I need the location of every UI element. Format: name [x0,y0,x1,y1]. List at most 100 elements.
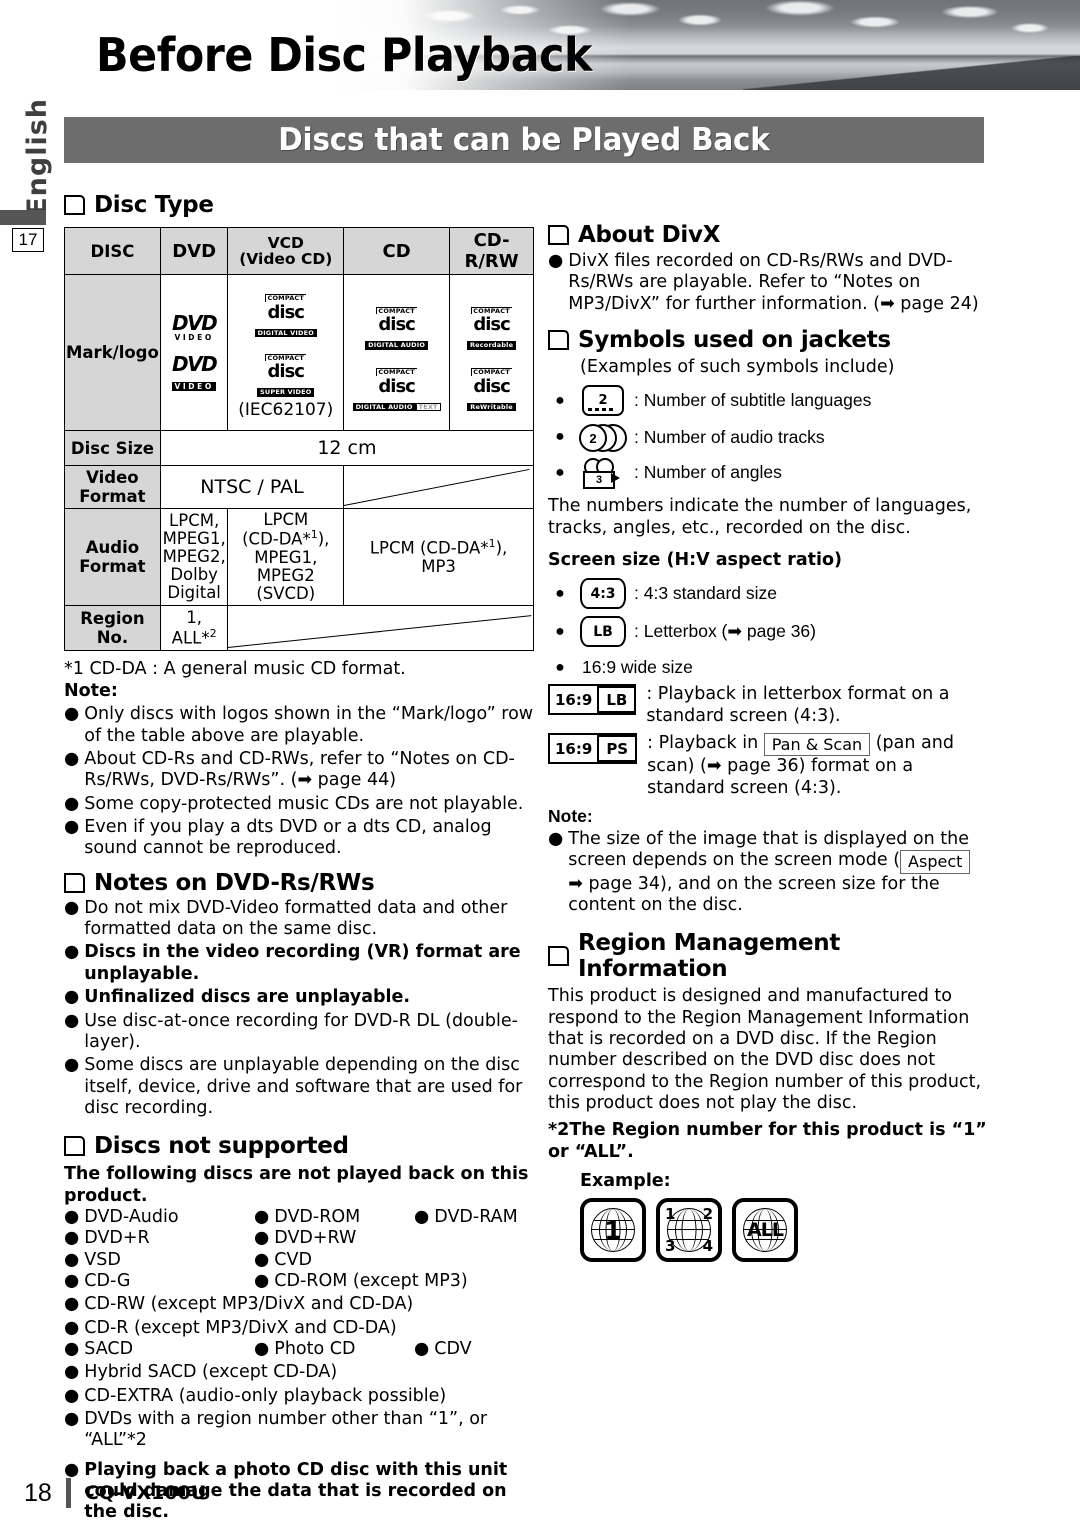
dvdr-note-item: ● Do not mix DVD-Video formatted data and… [64,898,534,941]
wide-item-ps: 16:9 PS : Playback in Pan & Scan (pan an… [548,733,988,799]
unsupported-item: Hybrid SACD (except CD-DA) [84,1362,338,1383]
symbol-label: : Number of subtitle languages [634,390,872,411]
page-title: Before Disc Playback [96,28,592,82]
unsupported-item: CD-R (except MP3/DivX and CD-DA) [84,1317,397,1338]
screen-item-letterbox: ● LB : Letterbox (➡ page 36) [548,616,988,648]
note-item: ● Some copy-protected music CDs are not p… [64,794,534,815]
screen-note-post: ➡ page 34), and on the screen size for t… [568,873,940,915]
region-globe-1-icon: 1 [580,1198,646,1263]
square-bullet-icon [548,330,569,351]
pan-and-scan-button[interactable]: Pan & Scan [763,733,871,757]
row-label-audioformat: Audio Format [64,507,161,607]
note-label-right: Note: [548,805,593,826]
logo-cell-cdrrw: COMPACT disc Recordable COMPACT disc ReWrita… [449,274,534,431]
compact-disc-digital-audio-logo: COMPACT disc DIGITAL AUDIO [365,300,429,351]
value-audio-cd: LPCM (CD-DA*1), MP3 [343,507,534,607]
letterbox-icon: LB [580,616,626,648]
dvdr-note-item: ● Unfinalized discs are unplayable. [64,987,534,1008]
table-row-discsize: Disc Size 12 cm [64,430,535,466]
bullet-dot: ● [555,391,565,409]
audio-tracks-icon: 2 [579,423,627,453]
dvd-video-logo-1: DVD VIDEO [172,310,218,342]
section-banner: Discs that can be Played Back [64,117,984,163]
left-column: Disc Type DISC DVD VCD (Video CD) CD CD-… [64,192,535,1524]
subtitle-icon: 2 [582,385,624,417]
note-text: Only discs with logos shown in the “Mark… [84,704,534,746]
square-bullet-icon [64,195,85,215]
language-tab: English [22,98,53,216]
unsupported-item: CD-EXTRA (audio-only playback possible) [84,1385,447,1406]
square-bullet-icon [64,872,85,893]
right-column: About DivX ● DivX files recorded on CD-Rs… [548,222,988,1263]
wide-item-lb: 16:9 LB : Playback in letterbox format o… [548,684,988,727]
unsupported-row: ● CD-G ● CD-ROM (except MP3) [64,1270,468,1291]
table-row-marklogo: Mark/logo DVD VIDEO DVD VIDEO COMPACT disc D… [64,274,534,431]
symbol-row-audio-tracks: ● 2 : Number of audio tracks [548,423,988,453]
bullet-dot: ● [555,622,565,640]
wide-size-label: 16:9 wide size [582,657,693,678]
col-cd: CD [343,227,451,275]
note-item: ● Even if you play a dts DVD or a dts CD,… [64,817,534,860]
note-text: Some copy-protected music CDs are not pl… [84,793,524,814]
section-number-box: 17 [12,228,44,252]
region-footnote: *2The Region number for this product is … [548,1120,987,1162]
wide-item-lb-label: : Playback in letterbox format on a stan… [646,684,950,726]
row-label-regionno: Region No. [64,605,161,651]
badge-169: 16:9 [555,739,593,758]
note-text: About CD-Rs and CD-RWs, refer to “Notes … [84,749,515,791]
angles-camera-icon: 3 [581,458,625,490]
footer-divider [65,1478,71,1508]
symbol-label: : Number of angles [634,462,782,483]
dvdr-note-text: Discs in the video recording (VR) format… [84,942,521,984]
bullet-dot: ● [555,463,565,481]
symbol-label: : Number of audio tracks [634,426,825,447]
unsupported-item: Photo CD [274,1338,356,1359]
unsupported-item: DVD+R [84,1228,150,1249]
screen-item-169-wide: ● 16:9 wide size [548,657,988,678]
subtitle-count: 2 [598,393,608,409]
badge-169-lb: 16:9 LB [548,684,637,716]
divx-note-text: DivX files recorded on CD-Rs/RWs and DVD… [568,251,979,314]
dvdr-note-text: Use disc-at-once recording for DVD-R DL … [84,1010,518,1052]
page-footer: 18 CQ-VX100U [24,1478,206,1508]
unsupported-row: ● SACD ● Photo CD ● CDV [64,1338,472,1359]
unsupported-item: DVD-Audio [84,1206,179,1227]
note-label-left: Note: [64,681,118,702]
heading-disc-type: Disc Type [64,192,534,218]
heading-screen-size: Screen size (H:V aspect ratio) [548,550,843,571]
table-row-videoformat: Video Format NTSC / PAL [64,465,534,509]
region-globe-1-value: 1 [604,1215,622,1245]
col-vcd: VCD (Video CD) [227,227,345,275]
symbols-footer: The numbers indicate the number of langu… [548,496,972,538]
dvdr-note-text: Do not mix DVD-Video formatted data and … [84,897,508,940]
model-name: CQ-VX100U [84,1482,207,1504]
bullet-dot: ● [555,658,565,676]
page-number: 18 [24,1478,52,1507]
col-vcd-main: VCD [267,233,304,252]
unsupported-row: ● CD-R (except MP3/DivX and CD-DA) [64,1318,534,1339]
unsupported-item: CD-G [84,1270,131,1291]
note-text: Even if you play a dts DVD or a dts CD, … [84,817,492,859]
compact-disc-digital-video-logo: COMPACT disc DIGITAL VIDEO [254,287,317,338]
footnote-cd-da: *1 CD-DA : A general music CD format. [64,658,406,679]
heading-disc-type-label: Disc Type [94,192,214,218]
symbols-subtitle: (Examples of such symbols include) [580,357,895,378]
row-label-discsize: Disc Size [64,430,161,466]
unsupported-row: ● DVD+R ● DVD+RW [64,1228,357,1249]
unsupported-item: DVD-ROM [274,1206,361,1227]
logo-cell-vcd: COMPACT disc DIGITAL VIDEO COMPACT disc SUPE… [227,274,345,431]
heading-notes-dvdr: Notes on DVD-Rs/RWs [64,870,534,896]
dvdr-note-text: Some discs are unplayable depending on t… [84,1055,523,1118]
aspect-button[interactable]: Aspect [900,850,971,874]
badge-169: 16:9 [555,690,593,709]
table-header-row: DISC DVD VCD (Video CD) CD CD-R/RW [64,227,534,275]
section-marker-bar [0,210,46,225]
note-item: ● About CD-Rs and CD-RWs, refer to “Notes… [64,749,534,792]
unsupported-item: DVD-RAM [434,1206,518,1227]
region-globe-all-value: ALL [747,1219,784,1242]
col-disc: DISC [64,227,161,275]
square-bullet-icon [548,225,569,245]
compact-disc-super-video-logo: COMPACT disc SUPER VIDEO [257,347,315,398]
unsupported-row: ● DVDs with a region number other than “1… [64,1409,534,1452]
value-videoformat: NTSC / PAL [159,465,345,509]
